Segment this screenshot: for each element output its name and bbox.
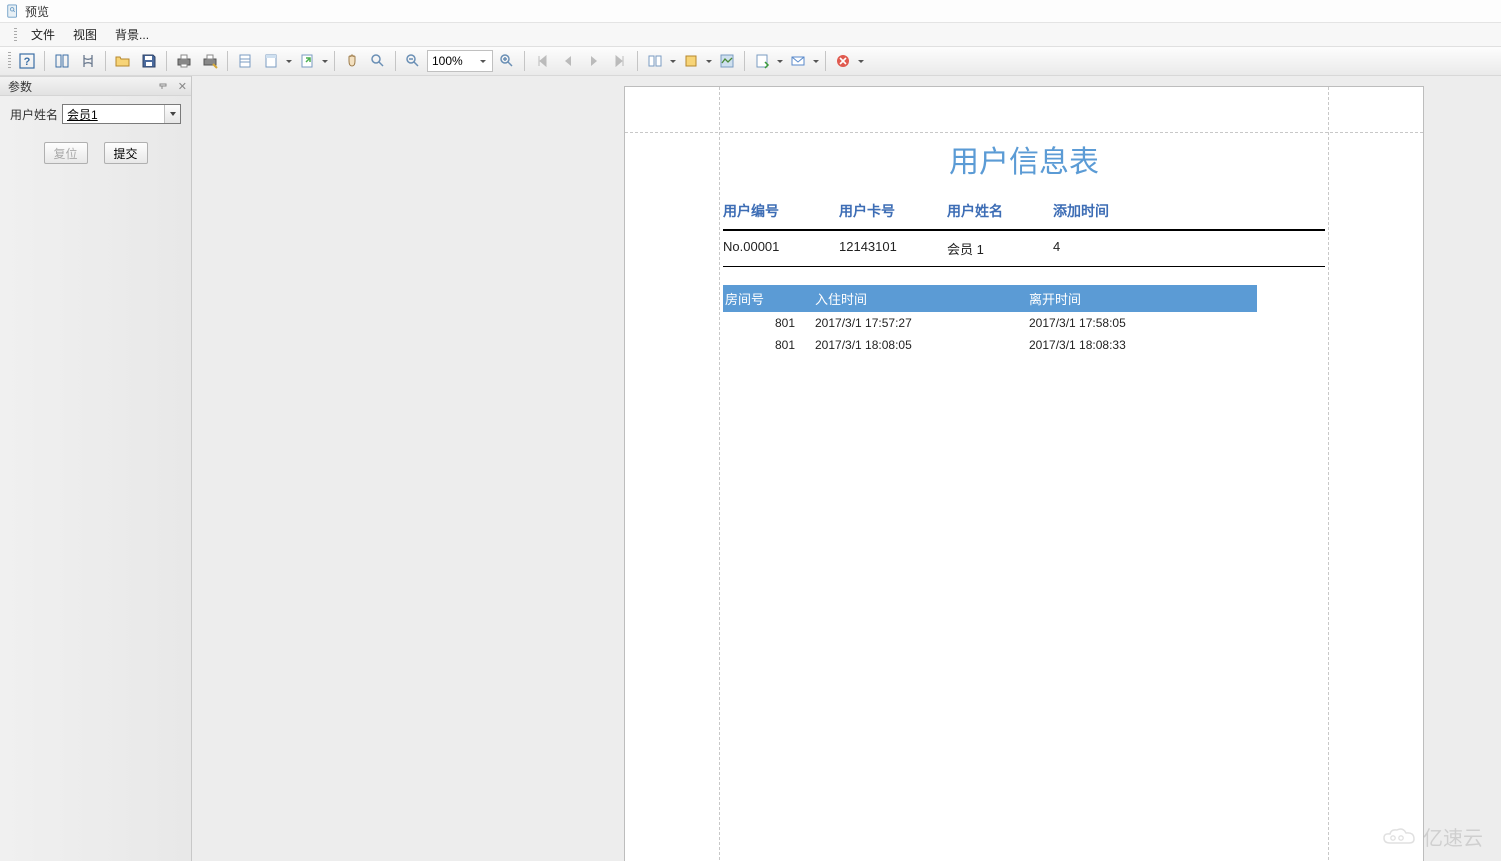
print-button[interactable] (172, 49, 196, 73)
menu-background[interactable]: 背景... (111, 24, 153, 45)
cell-user-name: 会员 1 (947, 239, 1053, 258)
find-button[interactable] (76, 49, 100, 73)
cell-checkout: 2017/3/1 17:58:05 (1029, 316, 1325, 330)
detail-header-row: 房间号 入住时间 离开时间 (723, 285, 1257, 312)
param-combo-username[interactable]: 会员1 (62, 104, 181, 124)
page-setup-button[interactable] (233, 49, 257, 73)
hand-tool-button[interactable] (340, 49, 364, 73)
title-bar: 预览 (0, 0, 1501, 22)
cell-user-card: 12143101 (839, 239, 947, 258)
last-page-button[interactable] (608, 49, 632, 73)
cell-room: 801 (723, 338, 815, 352)
open-button[interactable] (111, 49, 135, 73)
params-panel-title: 参数 (8, 78, 32, 95)
param-combo-value: 会员1 (63, 106, 98, 123)
cell-checkin: 2017/3/1 17:57:27 (815, 316, 1029, 330)
watermark: 亿速云 (1381, 822, 1483, 851)
params-panel-header: 参数 ✕ (0, 76, 191, 96)
window-title: 预览 (25, 3, 49, 20)
col-header-room: 房间号 (723, 289, 815, 308)
margin-guide-right (1328, 87, 1329, 861)
toolbar-separator (44, 51, 45, 71)
menu-file[interactable]: 文件 (27, 24, 59, 45)
save-button[interactable] (137, 49, 161, 73)
col-header-user-name: 用户姓名 (947, 201, 1053, 221)
preview-area[interactable]: 用户信息表 用户编号 用户卡号 用户姓名 添加时间 No.00001 12143… (192, 76, 1501, 861)
close-icon[interactable]: ✕ (178, 80, 187, 93)
toolbar-separator (227, 51, 228, 71)
multipage-button[interactable] (643, 49, 667, 73)
detail-data-row: 801 2017/3/1 18:08:05 2017/3/1 18:08:33 (723, 334, 1325, 356)
cell-checkin: 2017/3/1 18:08:05 (815, 338, 1029, 352)
toolbar-separator (166, 51, 167, 71)
svg-text:?: ? (24, 56, 31, 68)
magnifier-button[interactable] (366, 49, 390, 73)
params-panel: 参数 ✕ 用户姓名 会员1 复位 提交 (0, 76, 192, 861)
margin-guide-left (719, 87, 720, 861)
toolbar-separator (524, 51, 525, 71)
bookmarks-button[interactable] (50, 49, 74, 73)
multipage-dropdown[interactable] (669, 49, 677, 73)
watermark-text: 亿速云 (1423, 822, 1483, 851)
submit-button[interactable]: 提交 (104, 142, 148, 164)
email-dropdown[interactable] (812, 49, 820, 73)
toolbar-separator (744, 51, 745, 71)
chevron-down-icon (476, 60, 490, 63)
first-page-button[interactable] (530, 49, 554, 73)
export-button[interactable] (750, 49, 774, 73)
col-header-user-card: 用户卡号 (839, 201, 947, 221)
export-dropdown[interactable] (776, 49, 784, 73)
report-page: 用户信息表 用户编号 用户卡号 用户姓名 添加时间 No.00001 12143… (624, 86, 1424, 861)
margin-guide-top (625, 132, 1423, 133)
report-content: 用户信息表 用户编号 用户卡号 用户姓名 添加时间 No.00001 12143… (723, 137, 1325, 356)
color-dropdown[interactable] (705, 49, 713, 73)
toolbar-separator (825, 51, 826, 71)
email-button[interactable] (786, 49, 810, 73)
detail-data-row: 801 2017/3/1 17:57:27 2017/3/1 17:58:05 (723, 312, 1325, 334)
param-label-username: 用户姓名 (10, 106, 58, 123)
cell-user-id: No.00001 (723, 239, 839, 258)
user-data-row: No.00001 12143101 会员 1 4 (723, 231, 1325, 267)
col-header-user-id: 用户编号 (723, 201, 839, 221)
col-header-checkin: 入住时间 (815, 289, 1029, 308)
report-title: 用户信息表 (723, 137, 1325, 181)
cell-checkout: 2017/3/1 18:08:33 (1029, 338, 1325, 352)
zoom-combo[interactable]: 100% (427, 50, 493, 72)
col-header-add-time: 添加时间 (1053, 201, 1325, 221)
zoom-value: 100% (432, 54, 463, 68)
col-header-checkout: 离开时间 (1029, 289, 1257, 308)
cell-add-time: 4 (1053, 239, 1325, 258)
menu-bar: 文件 视图 背景... (0, 22, 1501, 46)
zoom-in-button[interactable] (495, 49, 519, 73)
chevron-down-icon (164, 105, 180, 123)
color-button[interactable] (679, 49, 703, 73)
scale-dropdown[interactable] (321, 49, 329, 73)
menu-grip (14, 28, 17, 42)
help-button[interactable]: ? (15, 49, 39, 73)
header-footer-button[interactable] (259, 49, 283, 73)
toolbar-grip (8, 52, 11, 70)
close-dropdown[interactable] (857, 49, 865, 73)
menu-view[interactable]: 视图 (69, 24, 101, 45)
next-page-button[interactable] (582, 49, 606, 73)
toolbar-separator (395, 51, 396, 71)
zoom-out-button[interactable] (401, 49, 425, 73)
header-footer-dropdown[interactable] (285, 49, 293, 73)
pin-icon[interactable] (158, 80, 168, 93)
cell-room: 801 (723, 316, 815, 330)
toolbar-separator (334, 51, 335, 71)
toolbar: ? 100% (0, 46, 1501, 76)
toolbar-separator (105, 51, 106, 71)
user-header-row: 用户编号 用户卡号 用户姓名 添加时间 (723, 201, 1325, 231)
close-preview-button[interactable] (831, 49, 855, 73)
app-icon (6, 4, 20, 18)
prev-page-button[interactable] (556, 49, 580, 73)
scale-button[interactable] (295, 49, 319, 73)
watermark-button[interactable] (715, 49, 739, 73)
quick-print-button[interactable] (198, 49, 222, 73)
cloud-icon (1381, 827, 1417, 847)
param-row-username: 用户姓名 会员1 (10, 104, 181, 124)
toolbar-separator (637, 51, 638, 71)
reset-button[interactable]: 复位 (44, 142, 88, 164)
